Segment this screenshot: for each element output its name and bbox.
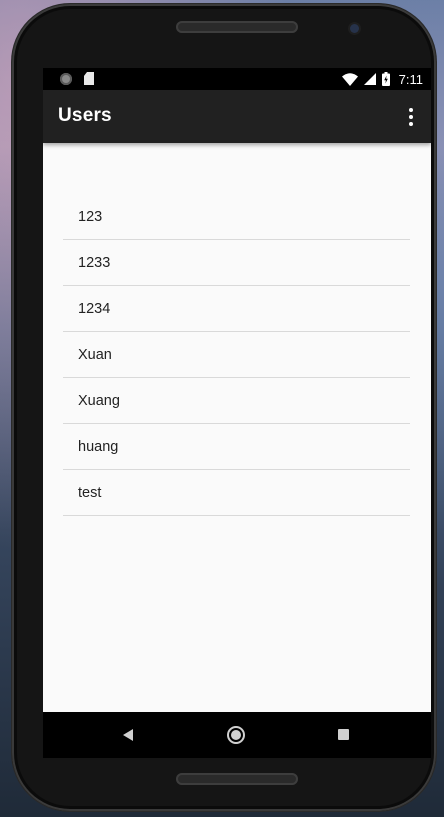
- recents-icon[interactable]: [338, 729, 349, 740]
- content-area: 123 1233 1234 Xuan Xuang huang test: [43, 143, 431, 712]
- earpiece-speaker: [176, 21, 298, 33]
- list-item[interactable]: 1233: [63, 240, 410, 286]
- bottom-speaker: [176, 773, 298, 785]
- more-vert-icon[interactable]: [401, 104, 421, 130]
- navigation-bar: [43, 712, 431, 758]
- home-icon[interactable]: [227, 726, 245, 744]
- list-item[interactable]: 1234: [63, 286, 410, 332]
- front-camera: [350, 24, 359, 33]
- battery-charging-icon: [381, 72, 390, 86]
- phone-frame: 7:11 Users 123 1233 1234 Xuan Xuang huan…: [12, 4, 436, 811]
- list-item[interactable]: test: [63, 470, 410, 516]
- page-title: Users: [58, 105, 112, 126]
- status-right-group: 7:11: [341, 68, 423, 90]
- list-item[interactable]: huang: [63, 424, 410, 470]
- status-bar: 7:11: [43, 68, 431, 90]
- status-clock: 7:11: [398, 71, 423, 87]
- list-item[interactable]: Xuang: [63, 378, 410, 424]
- back-icon[interactable]: [123, 729, 133, 741]
- device-screen: 7:11 Users 123 1233 1234 Xuan Xuang huan…: [43, 68, 431, 758]
- list-item[interactable]: 123: [63, 194, 410, 240]
- circle-notification-icon: [60, 73, 72, 85]
- app-toolbar: Users: [43, 90, 431, 143]
- user-list: 123 1233 1234 Xuan Xuang huang test: [63, 194, 410, 516]
- wifi-icon: [341, 72, 358, 86]
- cell-signal-icon: [363, 73, 376, 85]
- sd-card-icon: [84, 72, 94, 85]
- list-item[interactable]: Xuan: [63, 332, 410, 378]
